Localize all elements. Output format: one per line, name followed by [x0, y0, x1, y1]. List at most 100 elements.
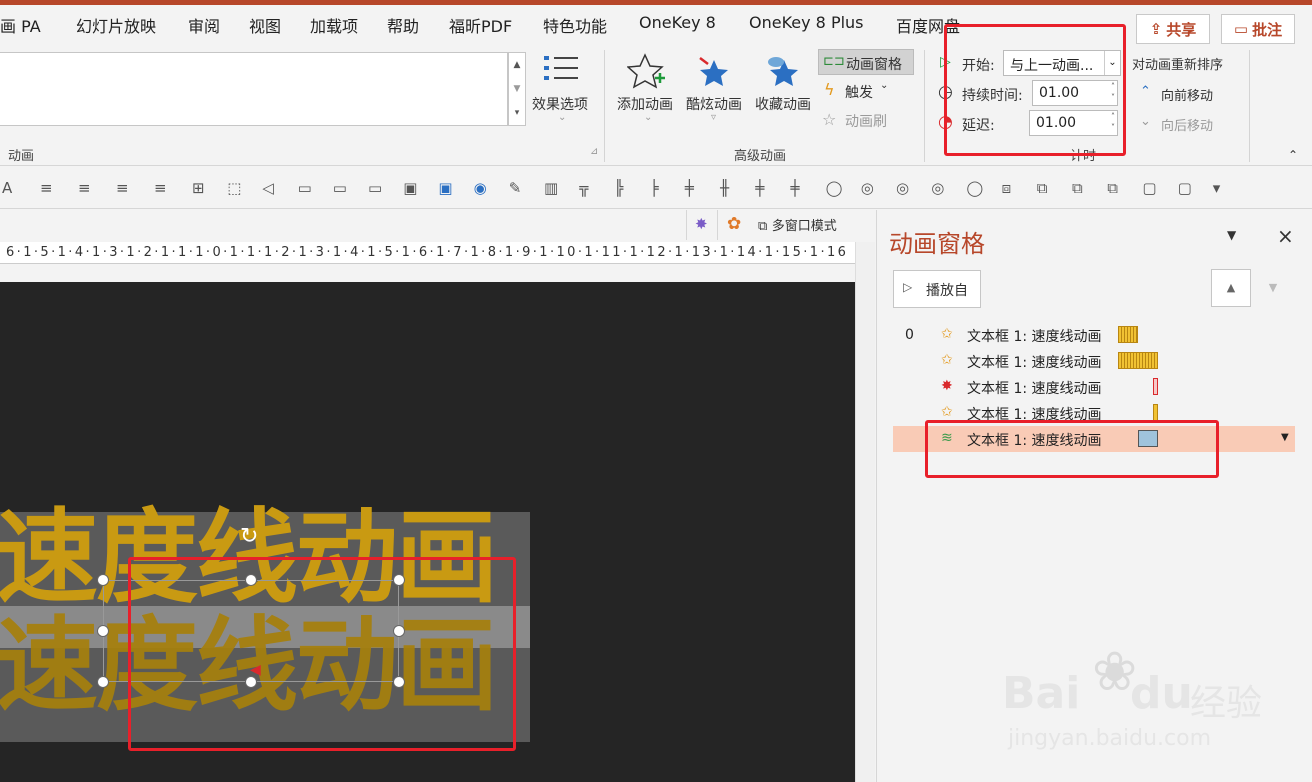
timeline-bar[interactable] — [1118, 326, 1138, 343]
move-down-button[interactable]: ▼ — [1253, 269, 1293, 307]
distribute-icon[interactable]: ╪ — [755, 179, 775, 197]
animation-gallery[interactable] — [0, 52, 508, 126]
merge-icon[interactable]: ◯ — [966, 179, 986, 197]
align-left-icon[interactable]: ╞ — [650, 179, 670, 197]
tab-slideshow[interactable]: 幻灯片放映 — [76, 13, 156, 37]
cool-animation-button[interactable]: 酷炫动画 — [686, 94, 742, 114]
window-icon: ⧉ — [758, 219, 768, 234]
tab-help[interactable]: 帮助 — [387, 13, 419, 37]
table-icon[interactable]: ⊞ — [192, 179, 212, 197]
chevron-down-icon[interactable]: ⌄ — [644, 112, 652, 123]
distribute-icon[interactable]: ╪ — [790, 179, 810, 197]
tab-features[interactable]: 特色功能 — [543, 13, 607, 37]
rotate-handle-icon[interactable]: ↻ — [240, 524, 258, 549]
animation-item[interactable]: ✸ 文本框 1: 速度线动画 — [893, 374, 1295, 400]
group-icon[interactable]: ⧈ — [1002, 179, 1022, 197]
settings-button[interactable]: ✿ — [722, 210, 750, 240]
gear-icon: ✿ — [727, 214, 742, 234]
text-size-icon[interactable]: A — [2, 179, 22, 197]
tab-animation[interactable]: 画 PA — [0, 13, 41, 37]
effect-options-button[interactable]: 效果选项 — [532, 94, 588, 114]
align-middle-icon[interactable]: ╠ — [614, 179, 634, 197]
view-bar: ✸ ✿ ⧉ 多窗口模式 — [0, 210, 875, 240]
multi-window-button[interactable]: ⧉ 多窗口模式 — [758, 215, 837, 234]
arrange-icon[interactable]: ▢ — [1142, 179, 1162, 197]
dialog-launcher-icon[interactable]: ⊿ — [590, 146, 598, 157]
align-right-icon[interactable]: ≡ — [154, 179, 174, 197]
share-button[interactable]: ⇪ 共享 — [1136, 14, 1210, 44]
entrance-star-icon: ✩ — [941, 326, 953, 342]
triangle-up-icon: ▲ — [1226, 281, 1236, 294]
distribute-icon[interactable]: ╫ — [720, 179, 740, 197]
animation-item[interactable]: 0 ✩ 文本框 1: 速度线动画 — [893, 322, 1295, 348]
move-up-button[interactable]: ▲ — [1211, 269, 1251, 307]
move-later-button[interactable]: 向后移动 — [1161, 115, 1213, 134]
animation-painter-button[interactable]: 动画刷 — [845, 111, 887, 131]
triangle-down-icon: ▼ — [1268, 281, 1278, 294]
edit-icon[interactable]: ✎ — [509, 179, 529, 197]
chart-icon[interactable]: ▥ — [544, 179, 564, 197]
box-icon[interactable]: ▭ — [298, 179, 318, 197]
tab-foxit-pdf[interactable]: 福昕PDF — [449, 13, 512, 37]
resize-handle[interactable] — [97, 676, 109, 688]
horizontal-ruler: 6·1·5·1·4·1·3·1·2·1·1·1·0·1·1·1·2·1·3·1·… — [0, 242, 855, 264]
group-label-animation: 动画 — [8, 149, 35, 164]
merge-icon[interactable]: ◎ — [931, 179, 951, 197]
box-icon[interactable]: ▭ — [368, 179, 388, 197]
merge-icon[interactable]: ◎ — [861, 179, 881, 197]
slide-canvas[interactable]: 速度线动画 速度线动画 ↻ ◀ — [0, 282, 855, 782]
play-from-button[interactable]: ▷ 播放自 — [893, 270, 981, 308]
chevron-down-icon[interactable]: ⌄ — [558, 112, 566, 123]
align-justify-icon[interactable]: ≡ — [78, 179, 98, 197]
gallery-scroll[interactable]: ▲ ▼ ▾ — [508, 52, 526, 126]
add-animation-icon — [626, 52, 667, 94]
arrange-icon[interactable]: ▢ — [1178, 179, 1198, 197]
ungroup-icon[interactable]: ⧉ — [1037, 179, 1057, 197]
vertical-scrollbar[interactable] — [855, 242, 875, 782]
comment-button[interactable]: ▭ 批注 — [1221, 14, 1295, 44]
resize-handle[interactable] — [97, 625, 109, 637]
animation-item[interactable]: ✩ 文本框 1: 速度线动画 — [893, 348, 1295, 374]
arrow-down-icon: ⌄ — [1140, 114, 1151, 129]
align-center-icon[interactable]: ≡ — [40, 179, 60, 197]
bring-forward-icon[interactable]: ⧉ — [1072, 179, 1092, 197]
shape-icon[interactable]: ◉ — [474, 179, 494, 197]
merge-icon[interactable]: ◯ — [826, 179, 846, 197]
close-icon[interactable]: × — [1277, 224, 1294, 248]
trigger-button[interactable]: 触发 — [845, 82, 873, 102]
animation-painter-icon: ☆ — [822, 110, 837, 129]
send-backward-icon[interactable]: ⧉ — [1107, 179, 1127, 197]
resize-handle[interactable] — [97, 574, 109, 586]
timeline-bar[interactable] — [1118, 352, 1158, 369]
more-icon[interactable]: ▾ — [1213, 179, 1233, 197]
box-icon[interactable]: ▭ — [333, 179, 353, 197]
tab-addins[interactable]: 加载项 — [310, 13, 358, 37]
magic-wand-button[interactable]: ✸ — [686, 210, 718, 240]
add-animation-button[interactable]: 添加动画 — [617, 94, 673, 114]
align-left-icon[interactable]: ≡ — [116, 179, 136, 197]
textbox-icon[interactable]: ▣ — [438, 179, 458, 197]
textbox-icon[interactable]: ▣ — [403, 179, 423, 197]
chevron-down-icon[interactable]: ⌄ — [880, 80, 888, 91]
align-center-icon[interactable]: ╪ — [685, 179, 705, 197]
merge-icon[interactable]: ◎ — [896, 179, 916, 197]
tab-view[interactable]: 视图 — [249, 13, 281, 37]
move-earlier-button[interactable]: 向前移动 — [1161, 85, 1213, 104]
lightning-icon: ϟ — [824, 80, 835, 99]
triangle-icon[interactable]: ◁ — [262, 179, 282, 197]
collapse-ribbon-icon[interactable]: ⌃ — [1288, 148, 1298, 162]
align-top-icon[interactable]: ╦ — [579, 179, 599, 197]
animation-pane-button[interactable]: ⊏⊐ 动画窗格 — [818, 49, 914, 75]
chevron-down-icon[interactable]: ▿ — [711, 112, 716, 123]
select-icon[interactable]: ⬚ — [227, 179, 247, 197]
pane-options-icon[interactable]: ▼ — [1227, 228, 1236, 242]
tab-review[interactable]: 审阅 — [188, 13, 220, 37]
pane-title: 动画窗格 — [889, 230, 985, 258]
tab-onekey8[interactable]: OneKey 8 — [639, 13, 716, 32]
format-toolbar: A ≡ ≡ ≡ ≡ ⊞ ⬚ ◁ ▭ ▭ ▭ ▣ ▣ ◉ ✎ ▥ ╦ ╠ ╞ ╪ ╫ ╪ ╪ ◯ ◎ ◎ ◎ ◯ ⧈ ⧉ ⧉ ⧉ ▢ ▢ ▾ — [0, 167, 1312, 209]
timeline-bar[interactable] — [1153, 404, 1158, 421]
favorite-animation-button[interactable]: 收藏动画 — [755, 94, 811, 114]
item-dropdown-icon[interactable]: ▼ — [1281, 432, 1289, 443]
tab-onekey8-plus[interactable]: OneKey 8 Plus — [749, 13, 864, 32]
timeline-bar[interactable] — [1153, 378, 1158, 395]
